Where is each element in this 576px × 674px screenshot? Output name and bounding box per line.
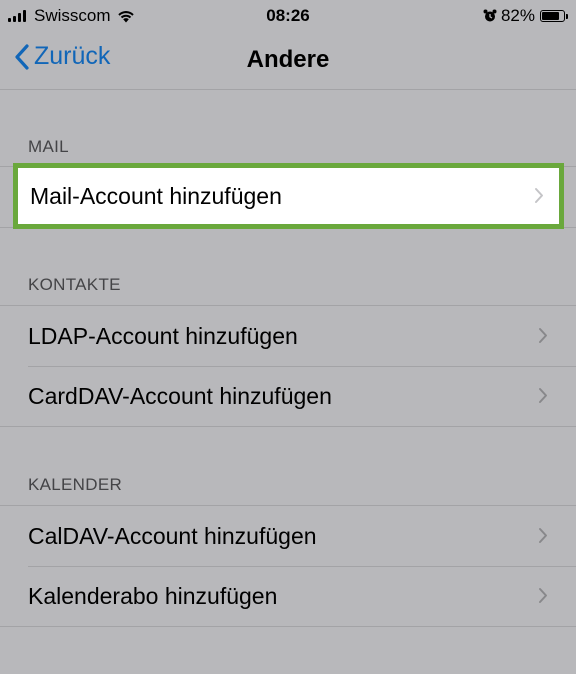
list-item-caldav-account[interactable]: CalDAV-Account hinzufügen [0, 506, 576, 566]
group-contacts: LDAP-Account hinzufügen CardDAV-Account … [0, 305, 576, 427]
list-item-label: Mail-Account hinzufügen [30, 182, 282, 209]
navigation-bar: Zurück Andere [0, 32, 576, 90]
list-item-label: CardDAV-Account hinzufügen [28, 382, 332, 409]
group-calendar: CalDAV-Account hinzufügen Kalenderabo hi… [0, 505, 576, 627]
battery-cap [566, 13, 568, 19]
list-item-label: CalDAV-Account hinzufügen [28, 522, 317, 549]
battery-level [542, 12, 560, 20]
chevron-right-icon [539, 388, 547, 403]
section-header-contacts: KONTAKTE [28, 275, 121, 294]
list-item-label: LDAP-Account hinzufügen [28, 322, 298, 349]
chevron-right-icon [535, 188, 543, 203]
page-title: Andere [246, 46, 330, 73]
list-item-label: Kalenderabo hinzufügen [28, 582, 278, 609]
chevron-right-icon [539, 588, 547, 603]
section-header-mail: MAIL [28, 137, 69, 156]
status-bar: Swisscom 08:26 82% [0, 0, 576, 32]
list-item-calendar-subscription[interactable]: Kalenderabo hinzufügen [0, 566, 576, 626]
list-item-ldap-account[interactable]: LDAP-Account hinzufügen [0, 306, 576, 366]
section-header-calendar: KALENDER [28, 475, 123, 494]
list-item-mail-account[interactable]: Mail-Account hinzufügen [13, 163, 564, 229]
status-right: 82% [483, 6, 568, 26]
chevron-right-icon [539, 328, 547, 343]
chevron-right-icon [539, 528, 547, 543]
list-item-carddav-account[interactable]: CardDAV-Account hinzufügen [0, 366, 576, 426]
alarm-clock-icon [483, 9, 497, 22]
battery-icon [540, 10, 565, 22]
battery-percent: 82% [500, 6, 535, 25]
